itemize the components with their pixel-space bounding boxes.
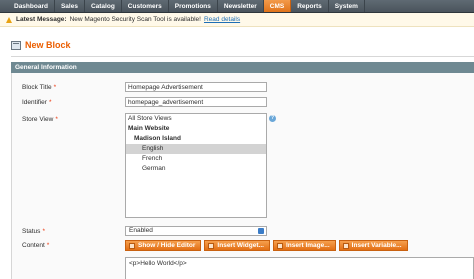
nav-dashboard[interactable]: Dashboard bbox=[8, 0, 55, 12]
nav-catalog[interactable]: Catalog bbox=[85, 0, 122, 12]
store-option-english[interactable]: English bbox=[126, 144, 266, 154]
store-group-store: Madison Island bbox=[134, 135, 181, 142]
warning-icon bbox=[6, 16, 12, 23]
identifier-input[interactable] bbox=[125, 97, 267, 107]
nav-reports[interactable]: Reports bbox=[291, 0, 329, 12]
header-divider bbox=[11, 56, 474, 57]
variable-icon bbox=[342, 242, 349, 249]
notice-text: New Magento Security Scan Tool is availa… bbox=[69, 16, 201, 23]
help-icon[interactable]: ? bbox=[269, 115, 276, 122]
content-textarea[interactable]: <p>Hello World</p> bbox=[125, 257, 474, 279]
block-title-input[interactable] bbox=[125, 82, 267, 92]
editor-toolbar: Show / Hide Editor Insert Widget... Inse… bbox=[125, 240, 411, 251]
store-group-website: Main Website bbox=[128, 125, 170, 132]
store-view-label: Store View * bbox=[22, 116, 58, 123]
page-header: New Block bbox=[0, 37, 474, 53]
store-option-french[interactable]: French bbox=[126, 154, 266, 164]
insert-widget-button[interactable]: Insert Widget... bbox=[204, 240, 270, 251]
insert-variable-button[interactable]: Insert Variable... bbox=[338, 240, 408, 251]
content-label: Content * bbox=[22, 242, 50, 249]
nav-newsletter[interactable]: Newsletter bbox=[218, 0, 264, 12]
cms-block-icon bbox=[11, 40, 21, 50]
status-select[interactable]: Enabled bbox=[125, 226, 267, 236]
store-view-multiselect[interactable]: All Store Views Main Website Madison Isl… bbox=[125, 113, 267, 218]
select-arrows-icon bbox=[258, 228, 264, 234]
fieldset-title: General Information bbox=[11, 62, 474, 73]
nav-customers[interactable]: Customers bbox=[122, 0, 169, 12]
editor-icon bbox=[129, 242, 135, 249]
nav-promotions[interactable]: Promotions bbox=[169, 0, 218, 12]
insert-image-button[interactable]: Insert Image... bbox=[272, 240, 336, 251]
page-title: New Block bbox=[25, 40, 71, 50]
status-value: Enabled bbox=[129, 227, 153, 234]
nav-sales[interactable]: Sales bbox=[55, 0, 85, 12]
status-label: Status * bbox=[22, 228, 45, 235]
notification-bar: Latest Message: New Magento Security Sca… bbox=[0, 13, 474, 27]
show-hide-editor-button[interactable]: Show / Hide Editor bbox=[125, 240, 202, 251]
read-details-link[interactable]: Read details bbox=[204, 16, 240, 23]
widget-icon bbox=[208, 242, 215, 249]
store-option-german[interactable]: German bbox=[126, 164, 266, 174]
identifier-label: Identifier * bbox=[22, 99, 52, 106]
notice-label: Latest Message: bbox=[16, 16, 67, 23]
nav-cms[interactable]: CMS bbox=[263, 0, 292, 12]
nav-system[interactable]: System bbox=[329, 0, 365, 12]
image-icon bbox=[276, 242, 283, 249]
store-option-all[interactable]: All Store Views bbox=[126, 114, 266, 124]
top-navigation: Dashboard Sales Catalog Customers Promot… bbox=[0, 0, 474, 13]
block-title-label: Block Title * bbox=[22, 84, 57, 91]
